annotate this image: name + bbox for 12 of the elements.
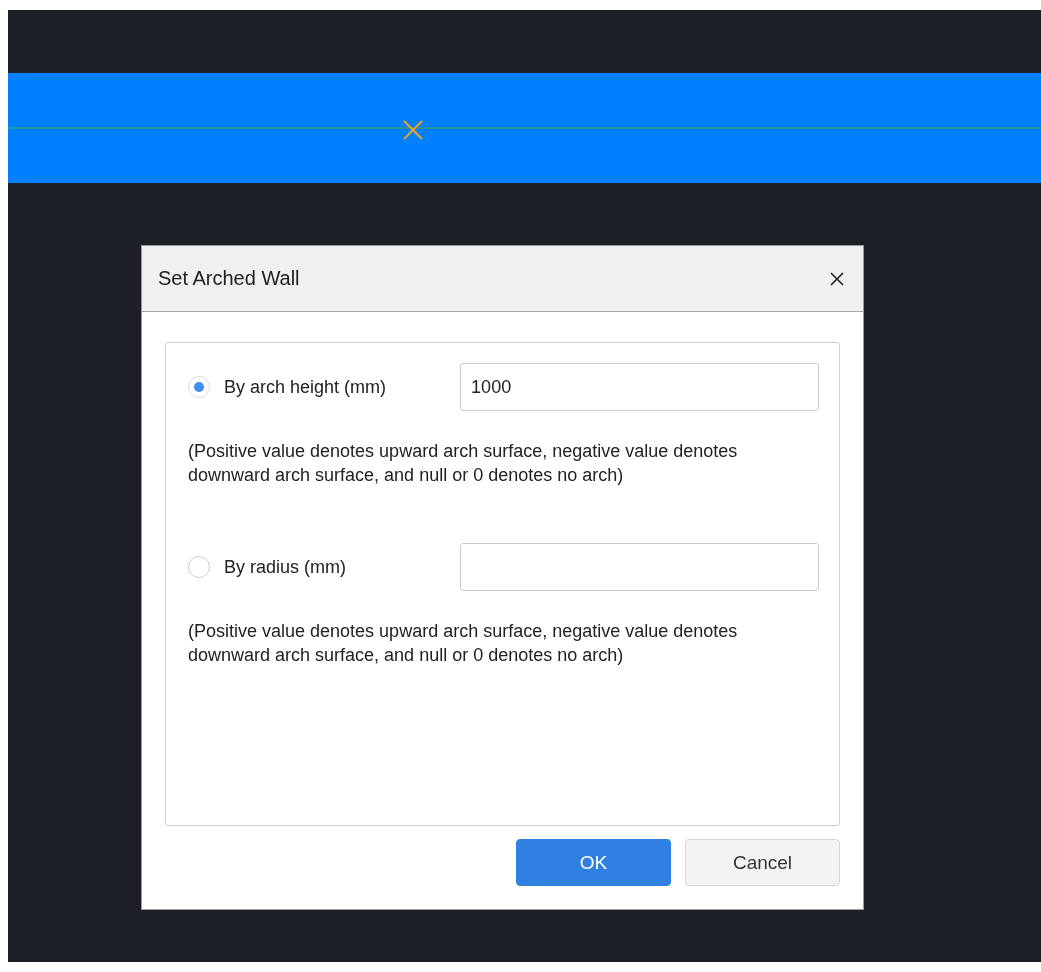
note-text: (Positive value denotes upward arch surface, negative value denotes downward arch surface, and null or 0 denotes no arch) xyxy=(188,440,739,487)
input-field[interactable]: 1000 xyxy=(460,363,819,411)
option-label: By arch height (mm) xyxy=(224,376,387,398)
cancel-button[interactable]: Cancel xyxy=(685,839,840,886)
note-text: (Positive value denotes upward arch surface, negative value denotes downward arch surface, and null or 0 denotes no arch) xyxy=(188,620,739,667)
option-label: By radius (mm) xyxy=(224,556,346,578)
radio-button[interactable] xyxy=(188,376,210,398)
input-field[interactable] xyxy=(460,543,819,591)
close-icon xyxy=(829,270,845,287)
dialog-title: Set Arched Wall xyxy=(158,267,300,290)
radio-button[interactable] xyxy=(188,556,210,578)
ok-button[interactable]: OK xyxy=(516,839,671,886)
